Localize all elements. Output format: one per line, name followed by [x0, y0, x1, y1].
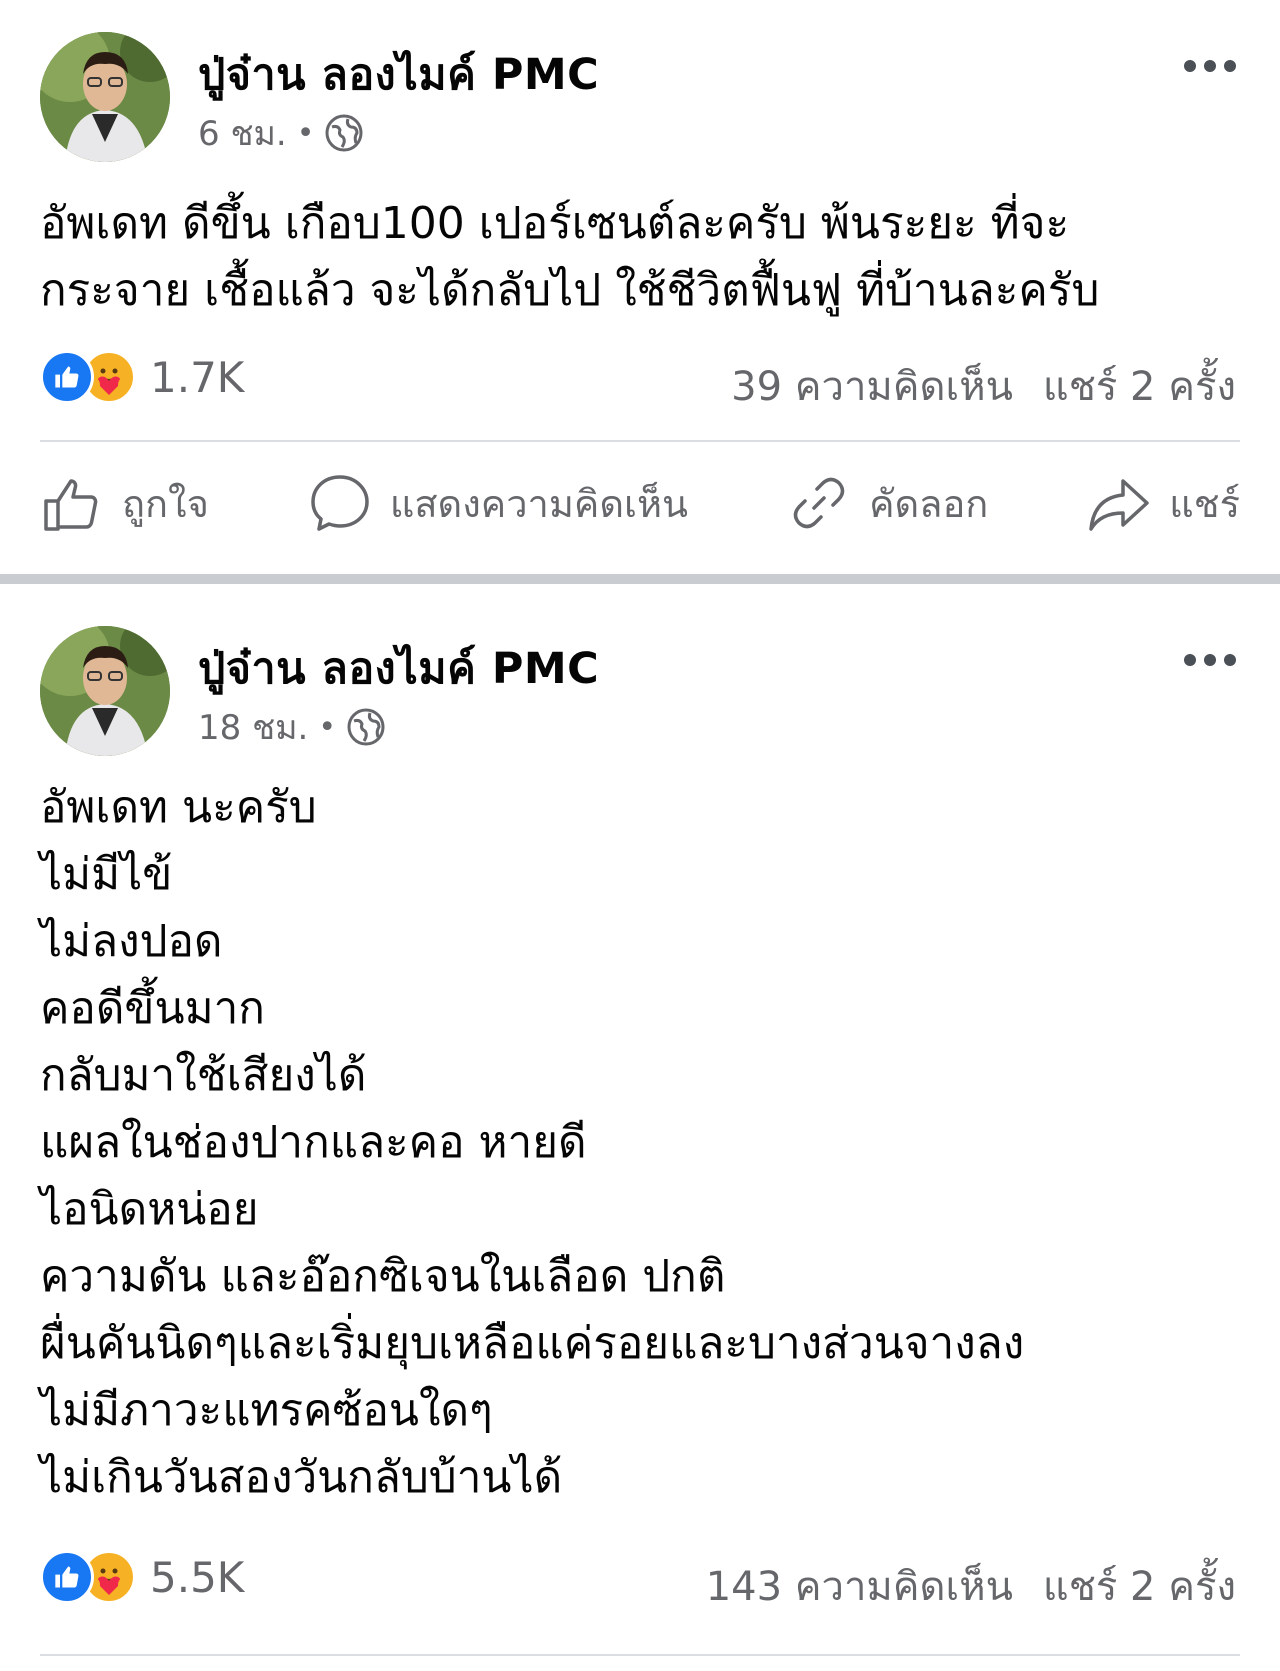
share-count[interactable]: แชร์ 2 ครั้ง — [1043, 1564, 1236, 1610]
globe-icon — [347, 708, 385, 746]
author-name[interactable]: ปู่จ๋าน ลองไมค์ PMC — [198, 634, 599, 702]
post-text-line: ไม่เกินวันสองวันกลับบ้านได้ — [40, 1452, 563, 1503]
post-text: อัพเดท นะครับ ไม่มีไข้ ไม่ลงปอด คอดีขึ้น… — [40, 774, 1240, 1511]
comment-count[interactable]: 143 ความคิดเห็น — [706, 1564, 1013, 1610]
post-text-line: ไม่ลงปอด — [40, 916, 223, 967]
action-bar: ถูกใจ แสดงความคิดเห็น คัดลอก แชร์ — [40, 468, 1240, 538]
reaction-count: 1.7K — [150, 352, 245, 402]
more-options-button[interactable] — [1184, 60, 1236, 72]
reaction-count: 5.5K — [150, 1552, 245, 1602]
divider — [40, 1654, 1240, 1656]
like-button[interactable]: ถูกใจ — [40, 471, 209, 535]
divider — [40, 440, 1240, 442]
post-text-line: กระจาย เชื้อแล้ว จะได้กลับไป ใช้ชีวิตฟื้… — [40, 265, 1100, 316]
author-name[interactable]: ปู่จ๋าน ลองไมค์ PMC — [198, 40, 599, 108]
post-meta: 18 ชม. • — [198, 700, 386, 754]
copy-link-label: คัดลอก — [869, 481, 989, 526]
engagement-counts: 39 ความคิดเห็น แชร์ 2 ครั้ง — [731, 354, 1236, 418]
post-text-line: คอดีขึ้นมาก — [40, 983, 265, 1034]
more-icon — [1184, 654, 1196, 666]
share-count[interactable]: แชร์ 2 ครั้ง — [1043, 364, 1236, 410]
post-text-line: กลับมาใช้เสียงได้ — [40, 1050, 367, 1101]
share-arrow-icon — [1089, 479, 1150, 531]
like-reaction-icon — [40, 1550, 94, 1604]
more-options-button[interactable] — [1184, 654, 1236, 666]
author-avatar[interactable] — [40, 626, 170, 756]
post-text-line: อัพเดท ดีขึ้น เกือบ100 เปอร์เซนต์ละครับ … — [40, 198, 1070, 249]
engagement-counts: 143 ความคิดเห็น แชร์ 2 ครั้ง — [706, 1554, 1236, 1618]
more-icon — [1184, 60, 1196, 72]
post-meta: 6 ชม. • — [198, 106, 364, 160]
like-reaction-icon — [40, 350, 94, 404]
post-text-line: แผลในช่องปากและคอ หายดี — [40, 1117, 587, 1168]
author-avatar[interactable] — [40, 32, 170, 162]
thumbs-up-icon — [44, 479, 98, 531]
comment-count[interactable]: 39 ความคิดเห็น — [731, 364, 1013, 410]
reactions-summary[interactable]: 5.5K — [40, 1550, 244, 1604]
post-text: อัพเดท ดีขึ้น เกือบ100 เปอร์เซนต์ละครับ … — [40, 190, 1240, 324]
post-text-line: ความดัน และอ๊อกซิเจนในเลือด ปกติ — [40, 1251, 726, 1302]
post-time[interactable]: 18 ชม. — [198, 700, 308, 754]
post-text-line: อัพเดท นะครับ — [40, 782, 317, 833]
comment-bubble-icon — [311, 475, 369, 531]
post-text-line: ไม่มีไข้ — [40, 849, 173, 900]
post-1: ปู่จ๋าน ลองไมค์ PMC 6 ชม. • อัพเดท ดีขึ้… — [0, 0, 1280, 574]
post-text-line: ผื่นคันนิดๆและเริ่มยุบเหลือแค่รอยและบางส… — [40, 1318, 1025, 1369]
globe-icon — [325, 114, 363, 152]
meta-separator: • — [318, 709, 337, 745]
copy-link-button[interactable]: คัดลอก — [787, 471, 988, 535]
meta-separator: • — [296, 115, 315, 151]
share-button[interactable]: แชร์ — [1087, 471, 1240, 535]
post-2: ปู่จ๋าน ลองไมค์ PMC 18 ชม. • อัพเดท นะคร… — [0, 582, 1280, 1671]
like-button-label: ถูกใจ — [122, 481, 209, 526]
post-time[interactable]: 6 ชม. — [198, 106, 287, 160]
link-icon — [793, 477, 845, 529]
post-text-line: ไม่มีภาวะแทรคซ้อนใดๆ — [40, 1385, 493, 1436]
comment-button-label: แสดงความคิดเห็น — [389, 481, 689, 526]
post-stats: 1.7K 39 ความคิดเห็น แชร์ 2 ครั้ง — [40, 350, 1236, 414]
post-text-line: ไอนิดหน่อย — [40, 1184, 259, 1235]
share-button-label: แชร์ — [1169, 481, 1240, 526]
reactions-summary[interactable]: 1.7K — [40, 350, 244, 404]
post-stats: 5.5K 143 ความคิดเห็น แชร์ 2 ครั้ง — [40, 1550, 1236, 1614]
comment-button[interactable]: แสดงความคิดเห็น — [308, 471, 688, 535]
